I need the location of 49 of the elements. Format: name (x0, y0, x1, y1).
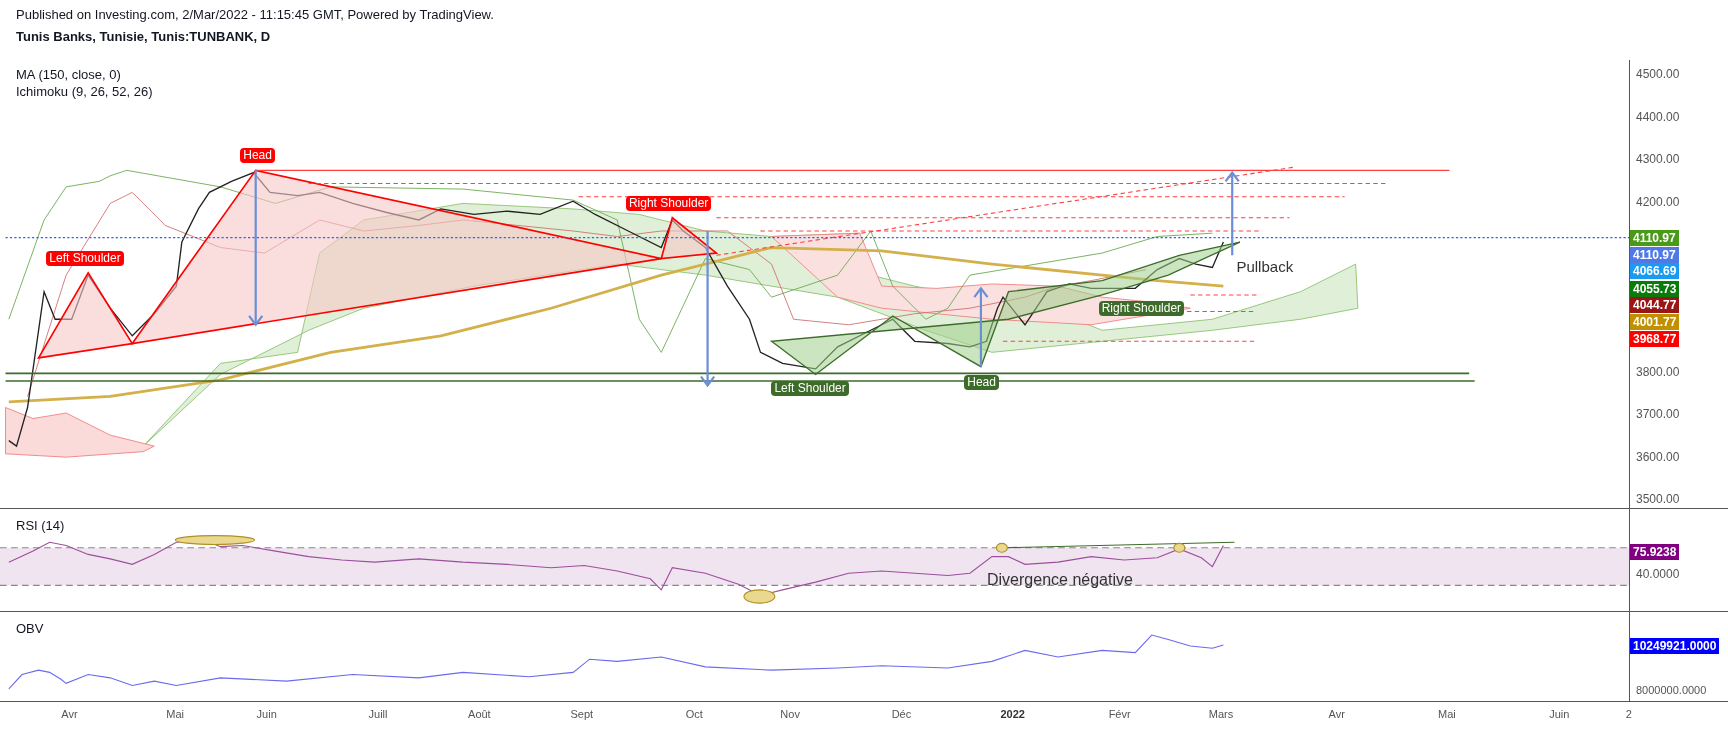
time-axis-label: Mars (1208, 707, 1234, 722)
time-axis-label: Sept (570, 707, 594, 722)
price-tag: 3968.77 (1630, 331, 1680, 348)
axis-label: 8000000.0000 (1636, 684, 1707, 696)
time-axis-label: Juill (368, 707, 388, 722)
indicator-label: Ichimoku (9, 26, 52, 26) (16, 83, 153, 100)
pattern-label: Right Shoulder (625, 196, 712, 212)
price-tag: 4066.69 (1630, 263, 1680, 280)
pattern-label: Left Shoulder (771, 381, 849, 397)
time-axis-label: Juin (256, 707, 277, 722)
price-tag: 4044.77 (1630, 297, 1680, 314)
price-tag: 75.9238 (1630, 544, 1680, 560)
time-axis-label: 2 (1625, 707, 1632, 722)
time-axis-label: Juin (1549, 707, 1570, 722)
axis-label: 3500.00 (1636, 492, 1680, 506)
time-axis-label: Nov (780, 707, 800, 722)
price-tag: 10249921.0000 (1630, 638, 1720, 654)
pattern-label: Head (240, 147, 275, 163)
axis-label: 3700.00 (1636, 407, 1680, 421)
pattern-label: Head (964, 374, 999, 390)
axis-label: 3800.00 (1636, 364, 1680, 379)
published-note: Published on Investing.com, 2/Mar/2022 - 11:15:45 GMT, Powered by TradingView. (16, 7, 495, 23)
pane-title: OBV (16, 620, 44, 638)
price-tag: 4110.97 (1630, 230, 1679, 247)
axis-label: 4300.00 (1636, 152, 1680, 166)
indicator-label: MA (150, close, 0) (16, 66, 122, 83)
time-axis-label: Mai (1438, 707, 1456, 722)
axis-label: 40.0000 (1636, 567, 1680, 581)
axis-label: 4500.00 (1636, 67, 1680, 81)
pattern-note: Pullback (1236, 257, 1294, 276)
price-tag: 4001.77 (1630, 313, 1680, 330)
time-axis-label: Oct (685, 707, 703, 722)
time-axis-label: Mai (166, 707, 185, 722)
pattern-label: Right Shoulder (1098, 300, 1185, 316)
axis-label: 4200.00 (1636, 194, 1680, 209)
pane-title: RSI (14) (16, 517, 65, 535)
pattern-label: Left Shoulder (46, 251, 124, 267)
time-axis-label: Févr (1108, 707, 1131, 722)
price-tag: 4110.97 (1630, 246, 1679, 263)
chart-title: Tunis Banks, Tunisie, Tunis:TUNBANK, D (16, 29, 272, 45)
price-tag: 4055.73 (1630, 280, 1680, 297)
time-axis-label: 2022 (1000, 707, 1025, 722)
time-axis-label: Déc (891, 707, 912, 722)
time-axis-label: Avr (1328, 707, 1345, 722)
time-axis-label: Avr (61, 707, 78, 722)
axis-label: 3600.00 (1636, 449, 1680, 464)
time-axis-label: Août (468, 707, 491, 722)
divergence-note: Divergence négative (987, 571, 1133, 589)
axis-label: 4400.00 (1636, 109, 1680, 124)
